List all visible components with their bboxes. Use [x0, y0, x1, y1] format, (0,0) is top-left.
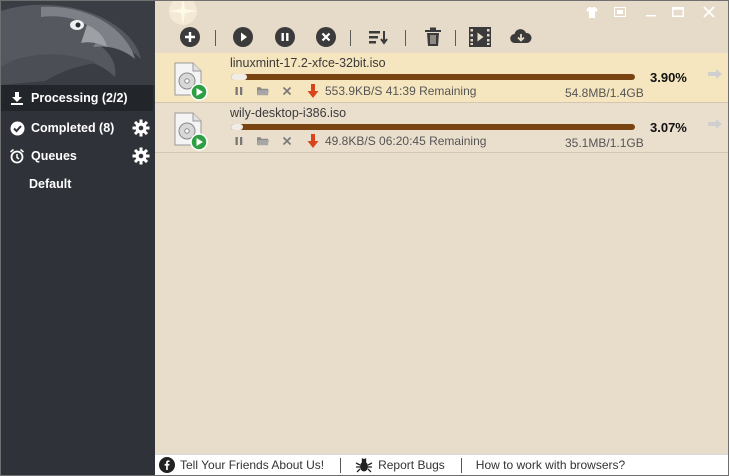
folder-icon[interactable]: [257, 85, 269, 97]
progress-bar: [231, 74, 635, 80]
progress-bar: [231, 124, 635, 130]
footer-bar: Tell Your Friends About Us! Report Bugs …: [155, 454, 728, 475]
restore-icon[interactable]: [609, 4, 631, 20]
sort-icon: [369, 31, 388, 45]
sidebar-item-completed[interactable]: Completed (8): [1, 115, 153, 141]
sort-button[interactable]: [368, 26, 390, 48]
delete-button[interactable]: [422, 26, 444, 48]
progress-percent: 3.90%: [650, 70, 687, 85]
gear-icon[interactable]: [132, 119, 150, 137]
row-controls: [233, 134, 305, 148]
download-arrow-icon: [307, 134, 319, 148]
close-icon[interactable]: [698, 4, 720, 20]
footer-divider: [460, 457, 462, 473]
stop-button[interactable]: [315, 26, 337, 48]
sidebar-item-queues[interactable]: Queues: [1, 143, 153, 169]
sidebar: Processing (2/2) Completed (8) Queues De…: [1, 1, 155, 475]
download-row[interactable]: linuxmint-17.2-xfce-32bit.iso 3.90% 553.…: [155, 53, 728, 103]
download-status: 49.8KB/S 06:20:45 Remaining: [307, 134, 486, 148]
download-status: 553.9KB/S 41:39 Remaining: [307, 84, 476, 98]
pause-icon[interactable]: [233, 135, 245, 147]
facebook-icon: [159, 457, 175, 473]
report-bugs-label: Report Bugs: [378, 458, 445, 472]
progress-percent: 3.07%: [650, 120, 687, 135]
app-window: Processing (2/2) Completed (8) Queues De…: [0, 0, 729, 476]
share-arrow-icon[interactable]: [707, 68, 723, 80]
download-arrow-icon: [307, 84, 319, 98]
bug-icon: [355, 458, 373, 473]
start-button[interactable]: [232, 26, 254, 48]
toolbar: [155, 1, 728, 53]
report-bugs-link[interactable]: Report Bugs: [355, 457, 445, 473]
trash-icon: [425, 27, 441, 46]
tell-friends-link[interactable]: Tell Your Friends About Us!: [159, 457, 324, 473]
download-icon: [9, 90, 25, 106]
sidebar-item-label: Processing (2/2): [31, 91, 128, 105]
share-arrow-icon[interactable]: [707, 118, 723, 130]
pause-icon: [275, 27, 295, 47]
folder-icon[interactable]: [257, 135, 269, 147]
cloud-download-button[interactable]: [510, 26, 532, 48]
add-icon: [180, 27, 200, 47]
sidebar-item-label: Completed (8): [31, 121, 115, 135]
file-name: wily-desktop-i386.iso: [230, 106, 347, 120]
progress-fill: [231, 124, 244, 130]
maximize-icon[interactable]: [667, 4, 689, 20]
video-icon: [469, 27, 491, 47]
sidebar-item-label: Queues: [31, 149, 77, 163]
alarm-clock-icon: [9, 148, 25, 164]
download-row[interactable]: wily-desktop-i386.iso 3.07% 49.8KB/S 06:…: [155, 103, 728, 153]
check-circle-icon: [9, 120, 25, 136]
cancel-icon[interactable]: [281, 135, 293, 147]
toolbar-divider: [350, 30, 351, 46]
size-text: 35.1MB/1.1GB: [565, 136, 644, 150]
cloud-download-icon: [510, 29, 532, 44]
play-icon: [233, 27, 253, 47]
row-controls: [233, 84, 305, 98]
file-name: linuxmint-17.2-xfce-32bit.iso: [230, 56, 386, 70]
main-panel: linuxmint-17.2-xfce-32bit.iso 3.90% 553.…: [155, 1, 728, 475]
sidebar-item-processing[interactable]: Processing (2/2): [1, 85, 153, 111]
disc-file-icon: [173, 111, 209, 151]
speed-text: 49.8KB/S 06:20:45 Remaining: [325, 134, 487, 148]
progress-fill: [231, 74, 247, 80]
browsers-help-link[interactable]: How to work with browsers?: [476, 458, 625, 472]
pause-icon[interactable]: [233, 85, 245, 97]
toolbar-divider: [405, 30, 406, 46]
toolbar-divider: [215, 30, 216, 46]
skin-icon[interactable]: [581, 4, 603, 20]
stop-icon: [316, 27, 336, 47]
speed-text: 553.9KB/S 41:39 Remaining: [325, 84, 477, 98]
size-text: 54.8MB/1.4GB: [565, 86, 644, 100]
browsers-help-label: How to work with browsers?: [475, 458, 626, 472]
footer-divider: [340, 457, 342, 473]
gear-icon[interactable]: [132, 147, 150, 165]
pause-button[interactable]: [274, 26, 296, 48]
sidebar-queue-default[interactable]: Default: [29, 177, 71, 191]
toolbar-divider: [455, 30, 456, 46]
tell-friends-label: Tell Your Friends About Us!: [180, 458, 325, 472]
add-button[interactable]: [179, 26, 201, 48]
video-button[interactable]: [469, 26, 491, 48]
minimize-icon[interactable]: [640, 4, 662, 20]
cancel-icon[interactable]: [281, 85, 293, 97]
disc-file-icon: [173, 61, 209, 101]
eagle-logo: [1, 1, 155, 85]
